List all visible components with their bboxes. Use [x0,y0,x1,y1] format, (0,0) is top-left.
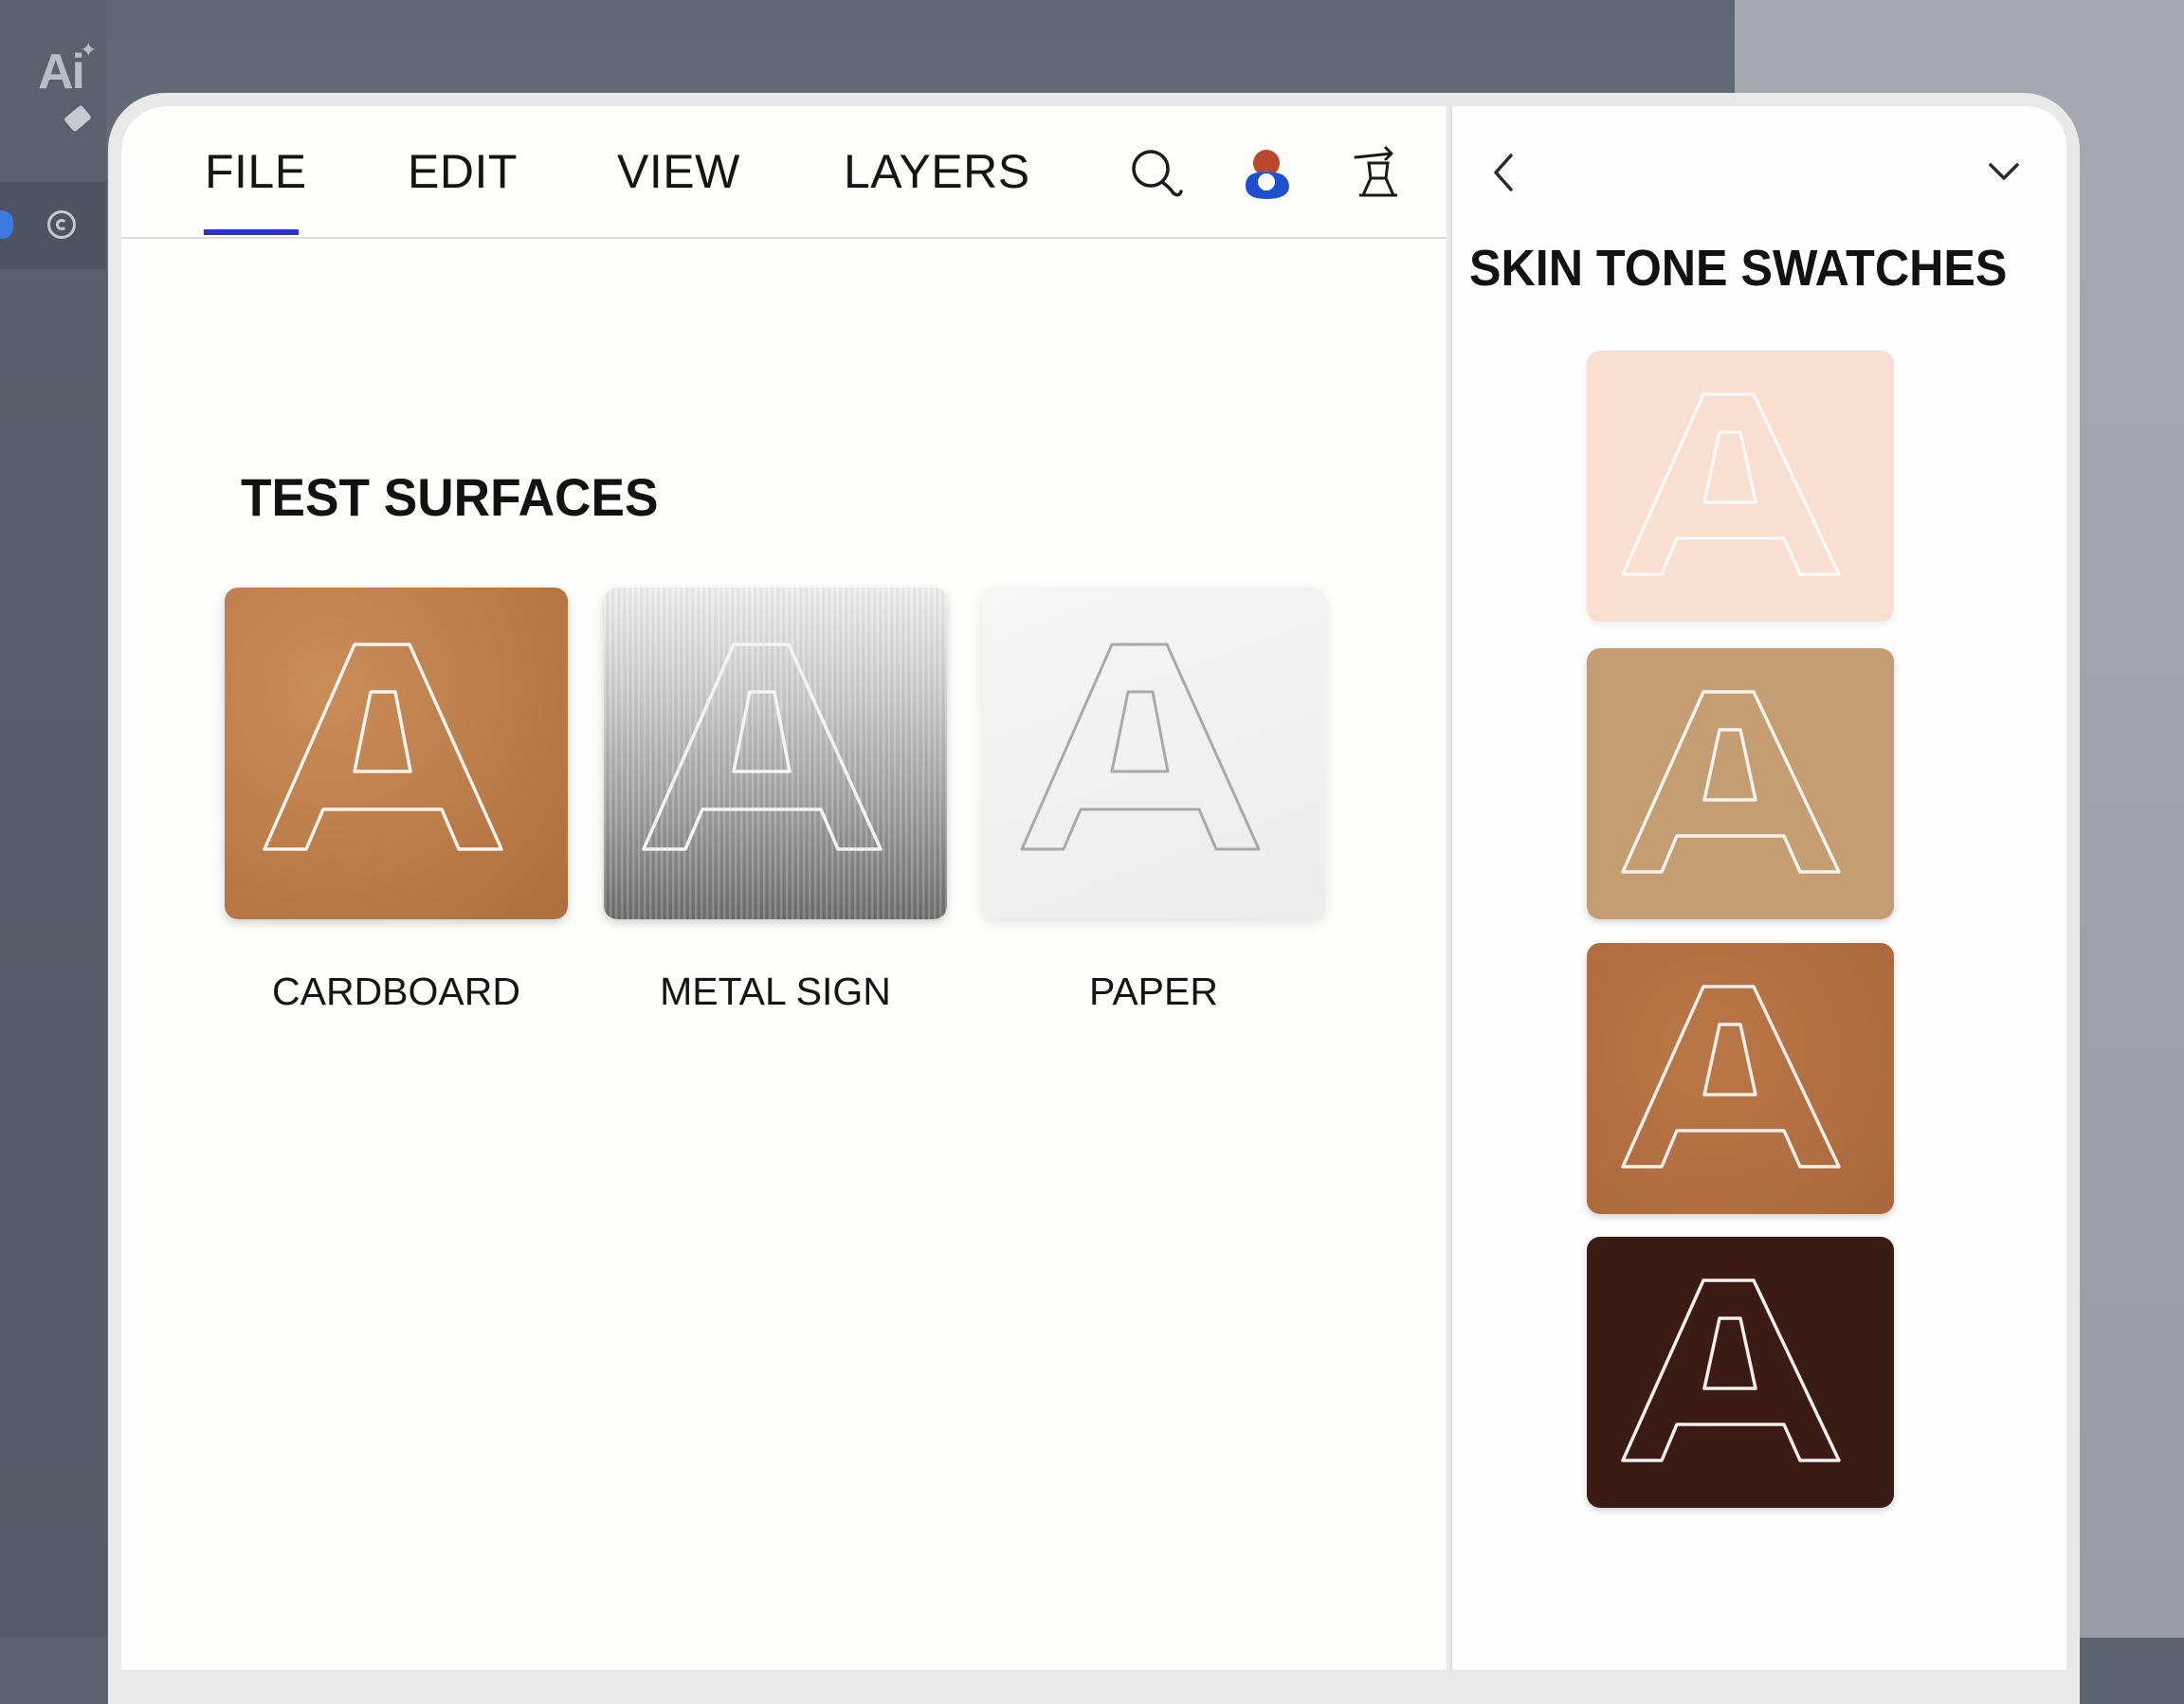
surface-tile-metal-sign[interactable] [604,588,947,919]
chevron-down-icon[interactable] [1985,155,2023,190]
tile-letter: A [396,898,397,901]
stamp-icon[interactable] [1348,144,1409,205]
user-icon[interactable] [1238,144,1299,205]
menu-file[interactable]: FILE [205,144,307,199]
surface-tile-paper[interactable] [982,588,1325,919]
skin-tone-swatch-dark[interactable] [1587,1237,1894,1508]
side-panel-title: SKIN TONE SWATCHES [1469,240,2008,297]
search-icon[interactable] [1126,144,1187,205]
section-title: TEST SURFACES [241,467,659,527]
eraser-icon[interactable] [64,104,92,133]
skin-tone-swatch-medium-light[interactable] [1587,648,1894,919]
menu-layers[interactable]: LAYERS [844,144,1030,199]
tile-label-metal-sign: METAL SIGN [660,970,891,1013]
menu-view[interactable]: VIEW [617,144,740,199]
tool-strip: Ai ✦ [0,0,106,1638]
active-tab-indicator [204,229,299,235]
swirl-tool-icon[interactable] [47,210,76,239]
tile-label-paper: PAPER [1089,970,1218,1013]
surface-tile-cardboard[interactable]: A [225,588,568,919]
skin-tone-swatch-medium-dark[interactable] [1587,943,1894,1214]
chevron-left-icon[interactable] [1484,150,1522,195]
menu-bar: FILE EDIT VIEW LAYERS [121,106,1447,239]
tile-label-cardboard: CARDBOARD [272,970,520,1013]
app-logo: Ai [38,45,85,100]
skin-tone-swatch-light[interactable] [1587,351,1894,622]
menu-edit[interactable]: EDIT [408,144,518,199]
sparkle-icon: ✦ [80,38,98,62]
